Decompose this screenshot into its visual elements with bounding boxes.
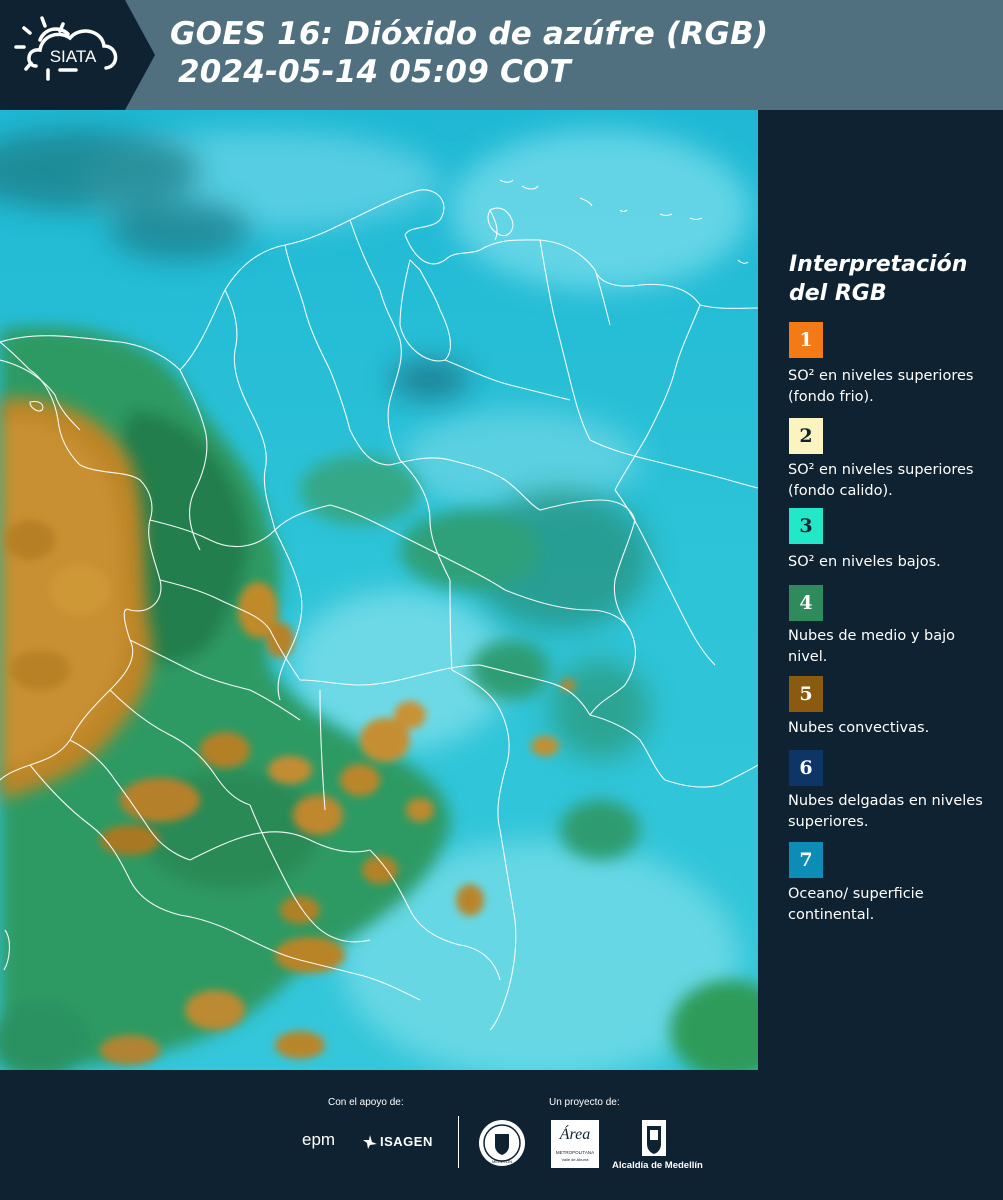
legend-text-7: Oceano/ superficie continental. bbox=[788, 886, 924, 923]
legend-text-5: Nubes convectivas. bbox=[788, 720, 930, 736]
project-label: Un proyecto de: bbox=[549, 1097, 620, 1108]
legend-number: 2 bbox=[799, 425, 813, 447]
page-title: GOES 16: Dióxido de azúfre (RGB) bbox=[170, 16, 769, 52]
logo-text: SIATA bbox=[50, 47, 97, 66]
satellite-image bbox=[0, 110, 758, 1070]
legend-number: 1 bbox=[799, 329, 813, 351]
footer-divider bbox=[458, 1116, 459, 1168]
legend-number: 6 bbox=[799, 757, 813, 779]
logo-chevron bbox=[125, 0, 155, 110]
header-bar: SIATA GOES 16: Dióxido de azúfre (RGB) 2… bbox=[0, 0, 1003, 110]
legend-swatch-1: 1 bbox=[789, 322, 823, 358]
legend-title-line2: del RGB bbox=[789, 281, 887, 306]
page-timestamp: 2024-05-14 05:09 COT bbox=[178, 54, 571, 90]
alcaldia-crest-icon bbox=[640, 1118, 668, 1162]
legend-text-3: SO² en niveles bajos. bbox=[788, 554, 941, 570]
legend-text-1: SO² en niveles superiores (fondo frio). bbox=[788, 368, 974, 405]
legend-title: Interpretación del RGB bbox=[789, 250, 989, 308]
legend-text-2: SO² en niveles superiores (fondo calido)… bbox=[788, 462, 974, 499]
legend-number: 5 bbox=[799, 683, 813, 705]
legend-number: 7 bbox=[799, 849, 813, 871]
legend-text-4: Nubes de medio y bajo nivel. bbox=[788, 628, 955, 665]
medellin-seal-icon: MEDELLÍN bbox=[477, 1118, 527, 1172]
area-logo-sub1: METROPOLITANA bbox=[555, 1150, 595, 1155]
legend-swatch-5: 5 bbox=[789, 676, 823, 712]
legend-panel: Interpretación del RGB 1 SO² en niveles … bbox=[758, 110, 1003, 1070]
isagen-logo: ISAGEN bbox=[380, 1134, 433, 1149]
siata-logo: SIATA bbox=[0, 0, 125, 110]
legend-title-line1: Interpretación bbox=[789, 252, 968, 277]
satellite-map[interactable] bbox=[0, 110, 758, 1070]
area-metropolitana-logo: Área METROPOLITANA Valle de Aburrá bbox=[551, 1120, 599, 1168]
legend-text-6: Nubes delgadas en niveles superiores. bbox=[788, 793, 983, 830]
alcaldia-name: Alcaldía de Medellín bbox=[612, 1160, 703, 1171]
isagen-icon bbox=[362, 1134, 378, 1154]
epm-logo: epm bbox=[302, 1130, 336, 1149]
legend-number: 4 bbox=[799, 592, 813, 614]
legend-swatch-3: 3 bbox=[789, 508, 823, 544]
legend-swatch-7: 7 bbox=[789, 842, 823, 878]
legend-number: 3 bbox=[799, 515, 813, 537]
support-label: Con el apoyo de: bbox=[328, 1097, 404, 1108]
legend-swatch-4: 4 bbox=[789, 585, 823, 621]
sun-cloud-icon: SIATA bbox=[14, 16, 118, 81]
footer: Con el apoyo de: Un proyecto de: epm ISA… bbox=[0, 1070, 1003, 1200]
area-logo-sub2: Valle de Aburrá bbox=[561, 1157, 589, 1162]
area-logo-name: Área bbox=[559, 1126, 591, 1143]
seal-text: MEDELLÍN bbox=[492, 1159, 512, 1164]
legend-swatch-6: 6 bbox=[789, 750, 823, 786]
legend-swatch-2: 2 bbox=[789, 418, 823, 454]
